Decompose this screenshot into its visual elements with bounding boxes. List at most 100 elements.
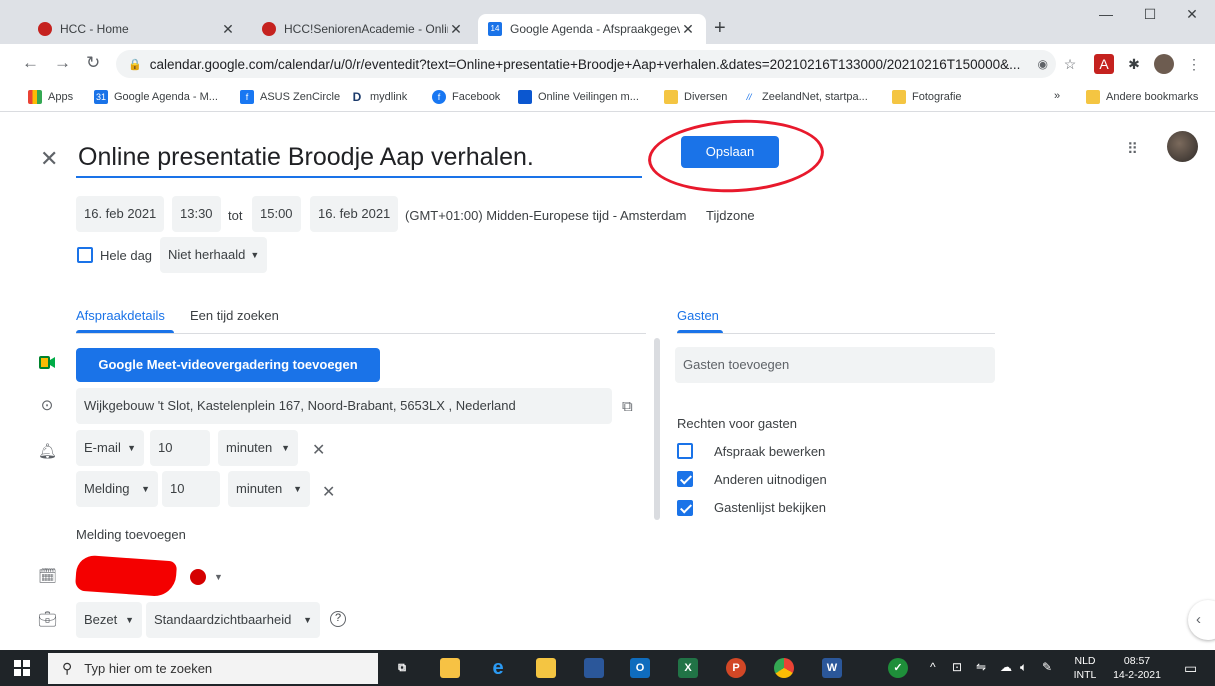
tray-chevron-icon[interactable]: ^: [930, 660, 936, 674]
add-guests-input[interactable]: Gasten toevoegen: [675, 347, 995, 383]
chrome-menu-icon[interactable]: ⋮: [1184, 54, 1204, 74]
save-button[interactable]: Opslaan: [681, 136, 779, 168]
account-avatar[interactable]: [1167, 131, 1198, 162]
windows-taskbar: ⚲ Typ hier om te zoeken ⧉ e O X P W ✓ ^ …: [0, 650, 1215, 686]
store-icon[interactable]: [440, 658, 460, 678]
close-tab-icon[interactable]: ✕: [680, 21, 696, 38]
permission-see-list-checkbox[interactable]: [677, 500, 693, 516]
hcc-favicon-icon: [262, 22, 276, 36]
forward-icon[interactable]: →: [54, 53, 71, 73]
facebook-icon: f: [432, 90, 446, 104]
notification-unit-select[interactable]: minuten ▼: [218, 430, 298, 466]
bookmark-label: Diversen: [684, 91, 728, 103]
repeat-select[interactable]: Niet herhaald ▼: [160, 237, 268, 273]
tab-find-time[interactable]: Een tijd zoeken: [190, 308, 279, 323]
end-date-field[interactable]: 16. feb 2021: [310, 196, 399, 232]
language-indicator[interactable]: NLD INTL: [1068, 654, 1102, 682]
language-code: NLD: [1074, 655, 1096, 667]
close-tab-icon[interactable]: ✕: [220, 21, 236, 38]
task-view-icon[interactable]: ⧉: [392, 658, 412, 678]
taskbar-search-box[interactable]: ⚲ Typ hier om te zoeken: [48, 653, 378, 684]
busy-select[interactable]: Bezet ▼: [76, 602, 142, 638]
location-input[interactable]: Wijkgebouw 't Slot, Kastelenplein 167, N…: [76, 388, 612, 424]
google-apps-icon[interactable]: ⠿: [1127, 140, 1138, 158]
taskbar-clock[interactable]: 08:57 14-2-2021: [1106, 654, 1168, 682]
powerpoint-icon[interactable]: P: [726, 658, 746, 678]
folder-icon: [892, 90, 906, 104]
reload-icon[interactable]: ↻: [86, 53, 100, 73]
tab-hcc-home[interactable]: HCC - Home ✕: [28, 14, 246, 44]
bookmark-label: Google Agenda - M...: [114, 91, 218, 103]
remove-notification-icon[interactable]: ✕: [312, 440, 325, 460]
color-dropdown-arrow-icon[interactable]: ▼: [214, 572, 223, 582]
bookmark-asus-zencircle[interactable]: f ASUS ZenCircle: [240, 90, 340, 104]
excel-icon[interactable]: X: [678, 658, 698, 678]
tab-event-details[interactable]: Afspraakdetails: [76, 308, 165, 323]
address-bar[interactable]: 🔒 calendar.google.com/calendar/u/0/r/eve…: [116, 50, 1056, 78]
windows-start-icon[interactable]: [14, 660, 30, 676]
bookmarks-overflow[interactable]: »: [1054, 90, 1060, 102]
bookmark-google-agenda[interactable]: 31 Google Agenda - M...: [94, 90, 218, 104]
add-notification-link[interactable]: Melding toevoegen: [76, 527, 186, 542]
map-icon[interactable]: ⧉: [622, 398, 633, 415]
pen-icon[interactable]: ✎: [1042, 660, 1052, 674]
bookmark-zeelandnet[interactable]: // ZeelandNet, startpa...: [742, 90, 868, 104]
bookmark-mydlink[interactable]: D mydlink: [350, 90, 407, 104]
tracking-icon[interactable]: ◉: [1038, 57, 1048, 71]
event-title-input[interactable]: Online presentatie Broodje Aap verhalen.: [76, 138, 642, 178]
tab-google-agenda[interactable]: 14 Google Agenda - Afspraakgegev ✕: [478, 14, 706, 44]
permission-modify-checkbox[interactable]: [677, 443, 693, 459]
back-icon[interactable]: ←: [22, 53, 39, 73]
permission-invite-checkbox[interactable]: [677, 471, 693, 487]
close-icon[interactable]: ✕: [40, 146, 58, 172]
bookmark-other[interactable]: Andere bookmarks: [1086, 90, 1198, 104]
file-explorer-icon[interactable]: [536, 658, 556, 678]
minimize-window-icon[interactable]: —: [1086, 6, 1126, 22]
tray-device-icon[interactable]: ⊡: [952, 660, 962, 674]
network-monitor-icon[interactable]: ✓: [888, 658, 908, 678]
calendar-color-dot[interactable]: [190, 569, 206, 585]
edge-icon[interactable]: e: [488, 658, 508, 678]
outlook-icon[interactable]: O: [630, 658, 650, 678]
tray-power-icon[interactable]: ⇋: [976, 660, 986, 674]
bookmark-online-veilingen[interactable]: Online Veilingen m...: [518, 90, 639, 104]
timezone-link[interactable]: Tijdzone: [706, 208, 755, 223]
bookmark-star-icon[interactable]: ☆: [1060, 54, 1080, 74]
bookmark-apps[interactable]: Apps: [28, 90, 73, 104]
calendar-icon: 31: [94, 90, 108, 104]
extensions-puzzle-icon[interactable]: ✱: [1124, 54, 1144, 74]
start-time-field[interactable]: 13:30: [172, 196, 221, 232]
remove-notification-icon[interactable]: ✕: [322, 482, 335, 502]
volume-muted-icon[interactable]: 🔈︎: [1020, 660, 1027, 675]
add-google-meet-button[interactable]: Google Meet-videovergadering toevoegen: [76, 348, 380, 382]
help-icon[interactable]: ?: [330, 611, 346, 627]
notification-unit-select[interactable]: minuten ▼: [228, 471, 310, 507]
notification-amount-input[interactable]: 10: [150, 430, 210, 466]
notification-type-select[interactable]: Melding ▼: [76, 471, 158, 507]
notification-amount-input[interactable]: 10: [162, 471, 220, 507]
close-tab-icon[interactable]: ✕: [448, 21, 464, 38]
save-app-icon[interactable]: [584, 658, 604, 678]
action-center-icon[interactable]: ▭: [1184, 660, 1197, 677]
onedrive-icon[interactable]: ☁: [1000, 660, 1012, 674]
maximize-window-icon[interactable]: ☐: [1130, 6, 1170, 23]
word-icon[interactable]: W: [822, 658, 842, 678]
bookmark-facebook[interactable]: f Facebook: [432, 90, 500, 104]
side-panel-toggle-icon[interactable]: ‹: [1188, 600, 1215, 640]
pdf-extension-icon[interactable]: A: [1094, 54, 1114, 74]
end-time-field[interactable]: 15:00: [252, 196, 301, 232]
notification-type-select[interactable]: E-mail ▼: [76, 430, 144, 466]
chrome-icon[interactable]: [774, 658, 794, 678]
details-scrollbar[interactable]: [654, 338, 660, 520]
all-day-checkbox[interactable]: [77, 247, 93, 263]
repeat-value: Niet herhaald: [168, 247, 246, 262]
screenshot: HCC - Home ✕ HCC!SeniorenAcademie - Onli…: [0, 0, 1215, 686]
new-tab-icon[interactable]: +: [714, 18, 726, 38]
visibility-select[interactable]: Standaardzichtbaarheid ▼: [146, 602, 320, 638]
bookmark-fotografie[interactable]: Fotografie: [892, 90, 962, 104]
profile-avatar-icon[interactable]: [1154, 54, 1174, 74]
bookmark-diversen[interactable]: Diversen: [664, 90, 727, 104]
tab-seniorenacademie[interactable]: HCC!SeniorenAcademie - Online ✕: [252, 14, 474, 44]
start-date-field[interactable]: 16. feb 2021: [76, 196, 165, 232]
close-window-icon[interactable]: ✕: [1172, 6, 1212, 23]
